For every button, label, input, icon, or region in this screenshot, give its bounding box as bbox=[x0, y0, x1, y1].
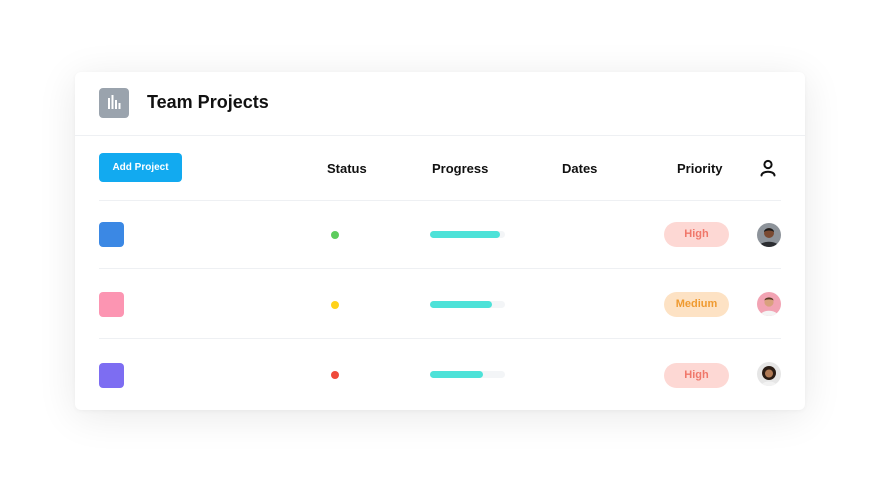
avatar[interactable] bbox=[757, 362, 781, 386]
avatar[interactable] bbox=[757, 223, 781, 247]
priority-badge[interactable]: Medium bbox=[664, 292, 729, 317]
status-dot bbox=[331, 231, 339, 239]
avatar[interactable] bbox=[757, 292, 781, 316]
project-color-swatch bbox=[99, 222, 124, 247]
project-color-swatch bbox=[99, 363, 124, 388]
status-dot bbox=[331, 371, 339, 379]
status-dot bbox=[331, 301, 339, 309]
progress-bar bbox=[430, 231, 505, 238]
column-header-priority[interactable]: Priority bbox=[677, 161, 723, 176]
progress-fill bbox=[430, 231, 500, 238]
priority-badge[interactable]: High bbox=[664, 363, 729, 388]
priority-badge[interactable]: High bbox=[664, 222, 729, 247]
bar-chart-icon bbox=[99, 88, 129, 118]
user-icon[interactable] bbox=[758, 158, 778, 178]
card-header: Team Projects bbox=[75, 72, 805, 136]
projects-card: Team Projects Add Project Status Progres… bbox=[75, 72, 805, 410]
table-row[interactable]: Medium bbox=[75, 268, 805, 336]
column-header-dates[interactable]: Dates bbox=[562, 161, 597, 176]
column-header-progress[interactable]: Progress bbox=[432, 161, 488, 176]
progress-fill bbox=[430, 301, 493, 308]
progress-bar bbox=[430, 301, 505, 308]
add-project-button[interactable]: Add Project bbox=[99, 153, 182, 182]
progress-fill bbox=[430, 371, 483, 378]
project-color-swatch bbox=[99, 292, 124, 317]
column-header-status[interactable]: Status bbox=[327, 161, 367, 176]
table-row[interactable]: High bbox=[75, 200, 805, 268]
page-title: Team Projects bbox=[147, 92, 269, 112]
progress-bar bbox=[430, 371, 505, 378]
table-row[interactable]: High bbox=[75, 338, 805, 406]
